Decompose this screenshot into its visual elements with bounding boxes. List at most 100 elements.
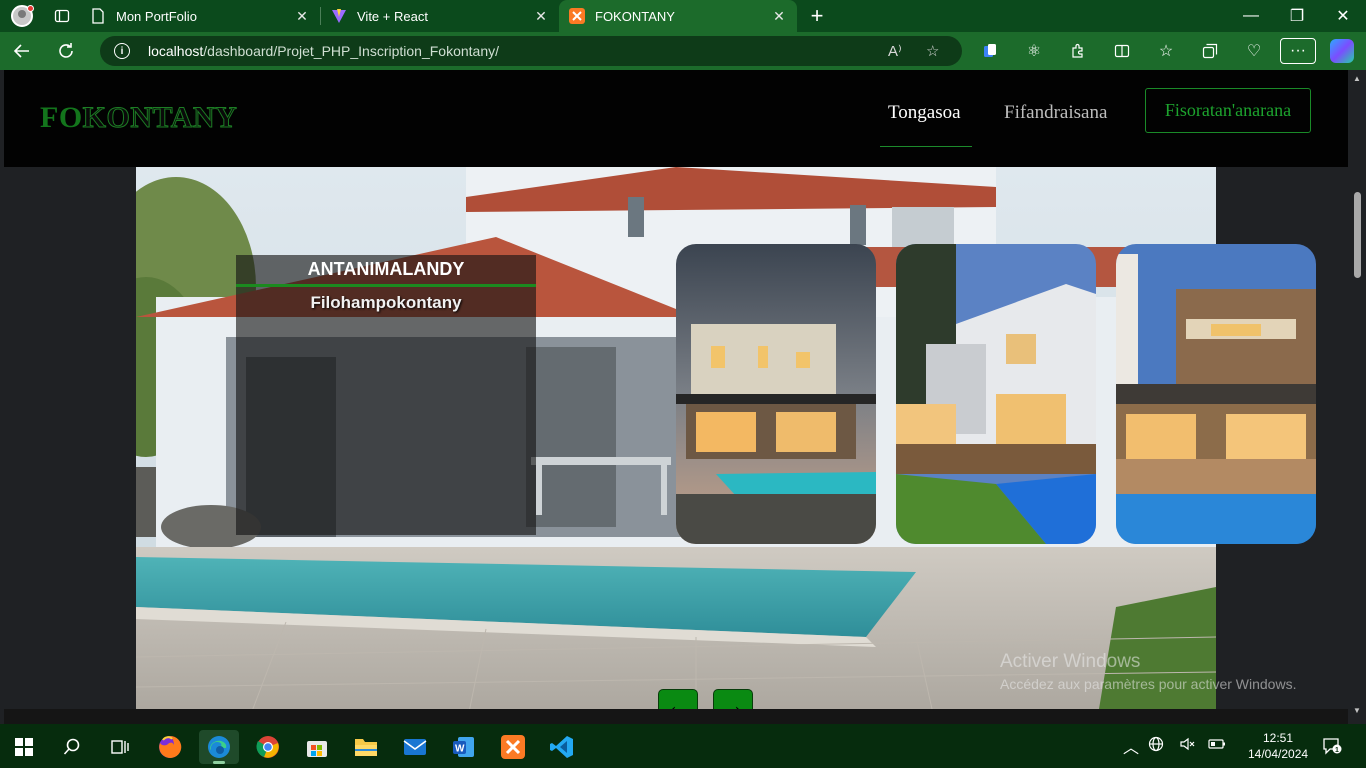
tab-actions-icon bbox=[54, 9, 70, 23]
windows-activation-title: Activer Windows bbox=[1000, 651, 1141, 672]
search-icon bbox=[63, 738, 80, 755]
start-button[interactable] bbox=[4, 730, 44, 764]
restore-icon[interactable]: ❐ bbox=[1274, 0, 1320, 32]
browser-tab-strip: Mon PortFolio ✕ Vite + React ✕ FOKONTANY… bbox=[0, 0, 1366, 32]
copilot-icon bbox=[1330, 39, 1354, 63]
hero-title-underline bbox=[236, 284, 536, 287]
mail-app[interactable] bbox=[395, 730, 435, 764]
close-window-icon[interactable]: ✕ bbox=[1320, 0, 1366, 32]
page-viewport: FOKONTANY Tongasoa Fifandraisana Fisorat… bbox=[0, 70, 1348, 724]
hero-subtitle: Filohampokontany bbox=[310, 293, 462, 312]
back-arrow-icon bbox=[13, 44, 29, 58]
tab-portfolio[interactable]: Mon PortFolio ✕ bbox=[80, 0, 320, 32]
hero-title: ANTANIMALANDY bbox=[307, 259, 465, 279]
system-tray: ︿ bbox=[1122, 724, 1232, 768]
house-photo-1 bbox=[676, 244, 876, 544]
site-header: FOKONTANY Tongasoa Fifandraisana Fisorat… bbox=[4, 70, 1348, 167]
notification-count: 1 bbox=[1335, 747, 1339, 754]
mail-icon bbox=[403, 739, 427, 755]
chevron-up-icon[interactable]: ︿ bbox=[1122, 734, 1140, 758]
firefox-icon bbox=[159, 735, 182, 758]
url-host: localhost bbox=[148, 43, 204, 59]
toolbar-icons: ⚛ ☆ ♡ ··· bbox=[968, 32, 1364, 70]
windows-logo-icon bbox=[15, 738, 33, 756]
chrome-icon bbox=[256, 736, 279, 758]
slide-card-1[interactable] bbox=[676, 244, 876, 544]
scroll-up-icon[interactable]: ▲ bbox=[1353, 74, 1361, 83]
clock-time: 12:51 bbox=[1262, 731, 1294, 745]
notification-center-button[interactable]: 1 bbox=[1322, 736, 1342, 756]
firefox-app[interactable] bbox=[150, 730, 190, 764]
vscode-app[interactable] bbox=[542, 730, 582, 764]
svg-text:W: W bbox=[455, 744, 465, 755]
close-icon[interactable]: ✕ bbox=[294, 8, 310, 25]
tab-vite-react[interactable]: Vite + React ✕ bbox=[321, 0, 559, 32]
tab-fokontany[interactable]: FOKONTANY ✕ bbox=[559, 0, 797, 32]
copilot-button[interactable] bbox=[1320, 32, 1364, 70]
nav-link-contact[interactable]: Fifandraisana bbox=[1004, 102, 1107, 124]
active-app-indicator bbox=[213, 761, 225, 764]
page-bottom-strip bbox=[4, 709, 1348, 724]
search-button[interactable] bbox=[52, 730, 92, 764]
notification-dot bbox=[27, 5, 34, 12]
nav-link-home[interactable]: Tongasoa bbox=[888, 102, 961, 124]
edge-app[interactable] bbox=[199, 730, 239, 764]
network-globe-icon[interactable] bbox=[1140, 736, 1172, 757]
new-tab-button[interactable]: + bbox=[797, 0, 837, 32]
windows-activation-subtitle: Accédez aux paramètres pour activer Wind… bbox=[1000, 676, 1297, 692]
profile-button[interactable] bbox=[0, 0, 44, 32]
battery-icon[interactable] bbox=[1202, 737, 1232, 755]
xampp-icon bbox=[569, 8, 585, 24]
tab-title: FOKONTANY bbox=[595, 8, 675, 24]
edge-icon bbox=[208, 736, 230, 758]
site-info-icon[interactable]: i bbox=[114, 43, 130, 59]
word-app[interactable]: W bbox=[444, 730, 484, 764]
favorites-icon[interactable]: ☆ bbox=[1144, 32, 1188, 70]
active-nav-underline bbox=[880, 146, 972, 147]
task-view-icon bbox=[111, 740, 129, 754]
vite-icon bbox=[331, 8, 347, 24]
extensions-icon[interactable] bbox=[1056, 32, 1100, 70]
logo-part-1: FO bbox=[40, 101, 83, 134]
tab-title: Vite + React bbox=[357, 8, 428, 24]
refresh-button[interactable] bbox=[44, 32, 88, 70]
word-icon: W bbox=[453, 737, 474, 757]
hero-caption: ANTANIMALANDY Filohampokontany bbox=[236, 255, 536, 535]
xampp-app[interactable] bbox=[493, 730, 533, 764]
site-logo[interactable]: FOKONTANY bbox=[40, 101, 237, 135]
close-icon[interactable]: ✕ bbox=[533, 8, 549, 25]
minimize-icon[interactable]: — bbox=[1228, 0, 1274, 32]
signup-button[interactable]: Fisoratan'anarana bbox=[1145, 88, 1311, 133]
window-controls: — ❐ ✕ bbox=[1228, 0, 1366, 32]
settings-more-button[interactable]: ··· bbox=[1280, 38, 1316, 64]
file-explorer-app[interactable] bbox=[346, 730, 386, 764]
vscode-icon bbox=[550, 736, 573, 758]
favorite-star-icon[interactable]: ☆ bbox=[926, 42, 939, 60]
task-view-button[interactable] bbox=[100, 730, 140, 764]
browser-toolbar: i localhost/dashboard/Projet_PHP_Inscrip… bbox=[0, 32, 1366, 70]
read-aloud-icon[interactable]: A⁾ bbox=[888, 42, 902, 60]
refresh-icon bbox=[59, 43, 73, 58]
split-screen-icon[interactable] bbox=[1100, 32, 1144, 70]
tab-collections-icon[interactable] bbox=[1188, 32, 1232, 70]
address-bar[interactable]: i localhost/dashboard/Projet_PHP_Inscrip… bbox=[100, 36, 962, 66]
page-scrollbar[interactable]: ▲ ▼ bbox=[1348, 70, 1366, 724]
chrome-app[interactable] bbox=[248, 730, 288, 764]
back-button[interactable] bbox=[0, 32, 44, 70]
scroll-down-icon[interactable]: ▼ bbox=[1353, 706, 1361, 715]
tab-actions-button[interactable] bbox=[44, 0, 80, 32]
taskbar-clock[interactable]: 12:51 14/04/2024 bbox=[1248, 730, 1308, 762]
tab-title: Mon PortFolio bbox=[116, 8, 197, 24]
scrollbar-thumb[interactable] bbox=[1354, 192, 1361, 278]
house-photo-3 bbox=[1116, 244, 1316, 544]
store-app[interactable] bbox=[297, 730, 337, 764]
slide-card-2[interactable] bbox=[896, 244, 1096, 544]
collections-icon[interactable] bbox=[968, 32, 1012, 70]
close-icon[interactable]: ✕ bbox=[771, 8, 787, 25]
react-devtools-icon[interactable]: ⚛ bbox=[1012, 32, 1056, 70]
slide-card-3[interactable] bbox=[1116, 244, 1316, 544]
browser-essentials-icon[interactable]: ♡ bbox=[1232, 32, 1276, 70]
house-photo-2 bbox=[896, 244, 1096, 544]
volume-muted-icon[interactable] bbox=[1172, 736, 1202, 757]
notification-icon: 1 bbox=[1323, 738, 1342, 755]
